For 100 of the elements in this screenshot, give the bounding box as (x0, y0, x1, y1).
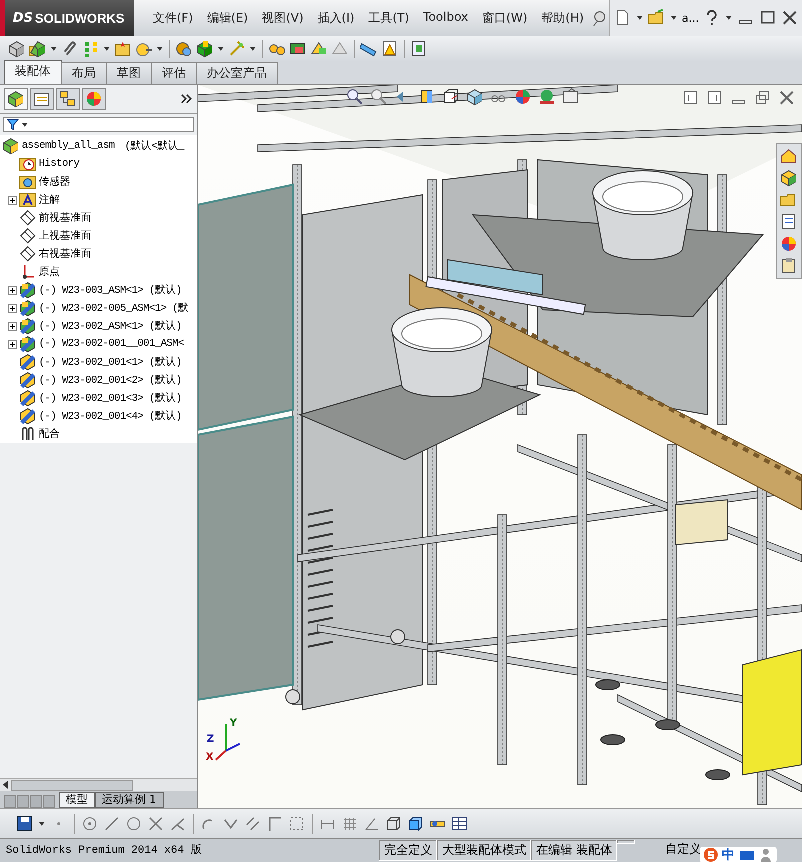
logo-text: SOLIDWORKS (35, 10, 125, 26)
expand-icon[interactable] (8, 304, 17, 312)
menu-item[interactable]: 帮助(H) (534, 6, 592, 30)
filter-icon (7, 118, 19, 131)
explode-icon[interactable] (196, 40, 214, 58)
tree-item[interactable]: (-) W23-002-001__001_ASM< (39, 338, 184, 350)
table-icon[interactable] (451, 814, 469, 832)
ime-logo-icon[interactable] (704, 848, 718, 862)
circle-icon[interactable] (81, 814, 99, 832)
maximize-icon[interactable] (759, 9, 778, 27)
menu-item[interactable]: 工具(T) (362, 6, 416, 30)
property-tab[interactable] (30, 88, 54, 110)
close-icon[interactable] (781, 9, 800, 27)
tree-item[interactable]: (-) W23-003_ASM<1> (默认) (39, 283, 182, 297)
expand-icon[interactable] (8, 340, 17, 348)
properties-icon[interactable] (780, 213, 798, 231)
expand-icon[interactable] (8, 286, 17, 294)
tree-item[interactable]: (-) W23-002_001<4> (默认) (39, 409, 182, 423)
expand-icon[interactable] (8, 322, 17, 330)
parallel-icon[interactable] (244, 814, 262, 832)
tree-item[interactable]: 前视基准面 (39, 211, 92, 225)
zoom-area-icon[interactable] (370, 88, 388, 106)
trim-icon[interactable] (147, 814, 165, 832)
caret-icon[interactable] (103, 45, 111, 53)
color-wheel-icon[interactable] (780, 235, 798, 253)
tree-item[interactable]: assembly_all_asm (22, 140, 115, 152)
tree-item[interactable]: 注解 (39, 193, 60, 207)
restore-icon[interactable] (754, 89, 772, 107)
scene-icon[interactable] (538, 88, 556, 106)
display-style-icon[interactable] (466, 88, 484, 106)
menu-item[interactable]: 窗口(W) (475, 6, 535, 30)
part-icon (19, 389, 37, 407)
tree-item[interactable]: 原点 (39, 265, 60, 279)
save-icon[interactable] (16, 814, 34, 832)
model-tab[interactable]: 运动算例 1 (95, 792, 164, 808)
menu-item[interactable]: Toolbox (416, 6, 476, 30)
command-tab[interactable]: 布局 (61, 62, 107, 84)
library-icon[interactable] (780, 169, 798, 187)
menu-item[interactable]: 视图(V) (255, 6, 311, 30)
caret-icon[interactable] (249, 45, 257, 53)
command-tab[interactable]: 评估 (151, 62, 197, 84)
person-icon[interactable] (759, 848, 773, 862)
subassembly-icon (19, 335, 37, 353)
feature-tree-tab[interactable] (4, 88, 28, 110)
tree-item[interactable]: 配合 (39, 427, 60, 441)
new-component-icon[interactable] (8, 40, 26, 58)
tree-item[interactable]: (-) W23-002_001<1> (默认) (39, 355, 182, 369)
tree-item[interactable]: History (39, 158, 80, 170)
appearance-icon[interactable] (514, 88, 532, 106)
command-tab[interactable]: 草图 (106, 62, 152, 84)
menu-item[interactable]: 编辑(E) (200, 6, 256, 30)
horizontal-scrollbar[interactable] (0, 778, 197, 791)
caret-icon[interactable] (636, 14, 644, 22)
home-icon[interactable] (780, 147, 798, 165)
tree-item[interactable]: 右视基准面 (39, 247, 92, 261)
tile-left-icon[interactable] (682, 89, 700, 107)
search-label[interactable]: a... (682, 12, 700, 24)
configuration-icon (59, 90, 77, 108)
caret-icon[interactable] (725, 14, 734, 22)
sheet-icon[interactable] (410, 40, 428, 58)
clipboard-icon[interactable] (780, 257, 798, 275)
subassembly-icon (19, 299, 37, 317)
shaded-cube-icon[interactable] (407, 814, 425, 832)
command-tab[interactable]: 装配体 (4, 60, 62, 84)
caret-icon[interactable] (38, 820, 46, 828)
line-icon[interactable] (103, 814, 121, 832)
tree-item[interactable]: (-) W23-002-005_ASM<1> (默 (39, 301, 189, 315)
input-mode-label[interactable]: 中 (722, 846, 735, 862)
tree-item[interactable]: 传感器 (39, 175, 70, 189)
caret-icon[interactable] (217, 45, 225, 53)
menu-item[interactable]: 文件(F) (146, 6, 200, 30)
tile-right-icon[interactable] (706, 89, 724, 107)
tree-item[interactable]: 上视基准面 (39, 229, 92, 243)
menu-item[interactable]: 插入(I) (310, 6, 362, 30)
command-tab[interactable]: 办公室产品 (196, 62, 278, 84)
close-icon[interactable] (778, 89, 796, 107)
gear-cube-icon[interactable] (175, 40, 193, 58)
warning-sheet-icon[interactable] (381, 40, 399, 58)
unit-system-label[interactable]: 自定义 (665, 841, 702, 858)
expand-icon[interactable] (8, 196, 17, 204)
dotted-rectangle-icon[interactable] (288, 814, 306, 832)
caret-icon[interactable] (50, 45, 58, 53)
display-settings-icon[interactable] (562, 88, 580, 106)
model-tab[interactable]: 模型 (59, 792, 95, 808)
zoom-fit-icon[interactable] (346, 88, 364, 106)
star-component-icon[interactable] (114, 40, 132, 58)
configuration-tab[interactable] (56, 88, 80, 110)
keyboard-icon[interactable] (739, 848, 755, 862)
appearance-tab[interactable] (82, 88, 106, 110)
caret-icon[interactable] (21, 120, 29, 128)
wireframe-cube-icon[interactable] (385, 814, 403, 832)
tree-item[interactable]: (-) W23-002_ASM<1> (默认) (39, 319, 182, 333)
tree-item[interactable]: (-) W23-002_001<3> (默认) (39, 391, 182, 405)
filter-field[interactable] (3, 117, 194, 132)
caret-icon[interactable] (670, 14, 678, 22)
tree-item[interactable]: (-) W23-002_001<2> (默认) (39, 373, 182, 387)
caret-icon[interactable] (156, 45, 164, 53)
view-orientation-icon[interactable] (442, 88, 460, 106)
double-chevron-icon[interactable] (180, 92, 193, 106)
folder-cube-icon[interactable] (29, 40, 47, 58)
